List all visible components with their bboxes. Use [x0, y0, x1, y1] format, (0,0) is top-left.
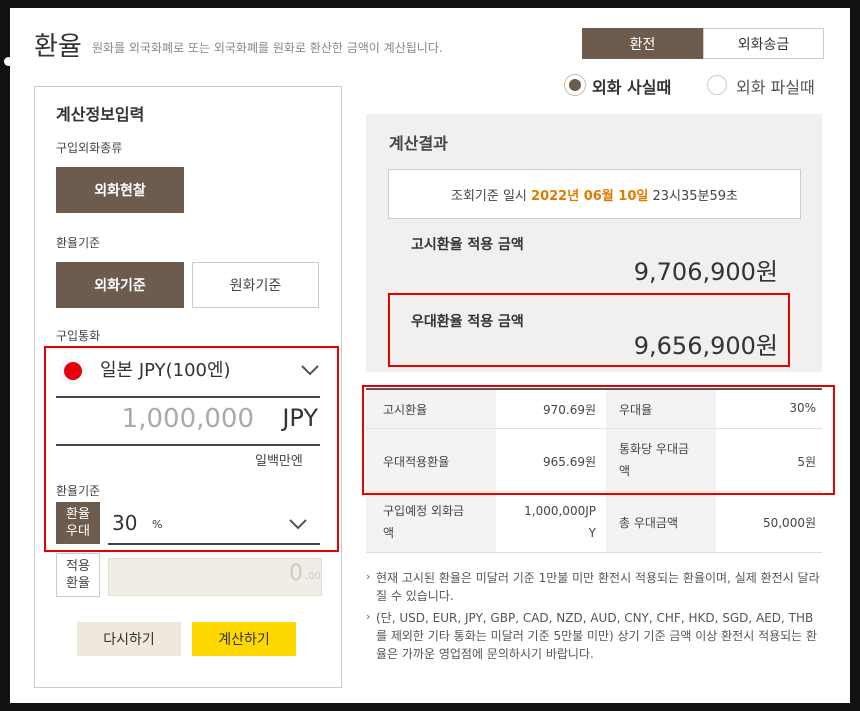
discount-rate-value: 30: [112, 511, 138, 535]
foreign-basis-button[interactable]: 외화기준: [56, 262, 184, 308]
chevron-down-icon: [288, 518, 308, 530]
highlight-box-rates: [362, 385, 835, 495]
query-time: 23시35분59초: [652, 188, 738, 204]
tab-exchange[interactable]: 환전: [582, 28, 703, 59]
discount-rate-unit: %: [152, 518, 163, 531]
applied-rate-value: 0: [289, 561, 303, 586]
amount-value: 1,000,000: [121, 404, 254, 434]
note-1: 현재 고시된 환율은 미달러 기준 1만불 미만 환전시 적용되는 환율이며, …: [376, 571, 820, 603]
radio-sell[interactable]: [707, 75, 727, 95]
discount-rate-select[interactable]: 30 %: [108, 502, 320, 544]
discount-section-label: 환율기준: [56, 484, 101, 498]
amount-unit: JPY: [282, 404, 318, 432]
applied-rate-decimal: .00: [305, 571, 321, 582]
krw-basis-button[interactable]: 원화기준: [192, 262, 319, 308]
preferred-amount-value: 9,656,900원: [633, 332, 778, 360]
amount-input[interactable]: 1,000,000 JPY: [56, 398, 320, 444]
note-2: (단, USD, EUR, JPY, GBP, CAD, NZD, AUD, C…: [376, 611, 818, 661]
result-title: 계산결과: [389, 134, 448, 153]
divider: [108, 543, 320, 545]
amount-in-words: 일백만엔: [255, 454, 303, 469]
table-cell-label: 총 우대금액: [619, 516, 679, 530]
preferred-amount-label: 우대환율 적용 금액: [411, 314, 524, 330]
applied-rate-tag: 적용 환율: [56, 553, 100, 597]
rate-basis-label: 환율기준: [56, 236, 101, 250]
query-prefix: 조회기준 일시: [451, 188, 527, 204]
notice-amount-label: 고시환율 적용 금액: [411, 237, 524, 253]
edge-dot: [4, 57, 13, 66]
page-title: 환율: [34, 32, 82, 62]
currency-select-value: 일본 JPY(100엔): [100, 360, 231, 381]
page-description: 원화를 외국화폐로 또는 외국화폐를 원화로 환산한 금액이 계산됩니다.: [92, 41, 443, 55]
bullet-arrow-icon: ›: [366, 570, 371, 583]
applied-rate-input: 0 .00: [108, 558, 322, 596]
currency-label: 구입통화: [56, 329, 101, 343]
reset-button[interactable]: 다시하기: [77, 622, 181, 656]
japan-flag-icon: [60, 358, 86, 384]
input-panel-title: 계산정보입력: [56, 105, 145, 124]
calculate-button[interactable]: 계산하기: [192, 622, 296, 656]
table-cell-value: 50,000원: [762, 516, 816, 530]
chevron-down-icon: [300, 364, 320, 376]
bullet-arrow-icon: ›: [366, 610, 371, 623]
tab-remittance[interactable]: 외화송금: [703, 28, 824, 59]
table-cell-label: 구입예정 외화금 액: [383, 504, 465, 540]
radio-sell-label: 외화 파실때: [736, 78, 815, 97]
cash-button[interactable]: 외화현찰: [56, 167, 184, 213]
radio-icon: [569, 79, 581, 91]
divider: [56, 444, 320, 446]
radio-buy-label: 외화 사실때: [592, 78, 672, 97]
query-date: 2022년 06월 10일: [531, 188, 649, 204]
currency-select[interactable]: 일본 JPY(100엔): [56, 348, 320, 394]
query-datetime: 조회기준 일시 2022년 06월 10일 23시35분59초: [388, 169, 801, 219]
table-cell-value: 1,000,000JP Y: [524, 504, 596, 540]
radio-buy[interactable]: [564, 74, 586, 96]
notice-amount-value: 9,706,900원: [633, 258, 778, 286]
currency-type-label: 구입외화종류: [56, 141, 123, 155]
discount-tag: 환율 우대: [56, 502, 100, 544]
